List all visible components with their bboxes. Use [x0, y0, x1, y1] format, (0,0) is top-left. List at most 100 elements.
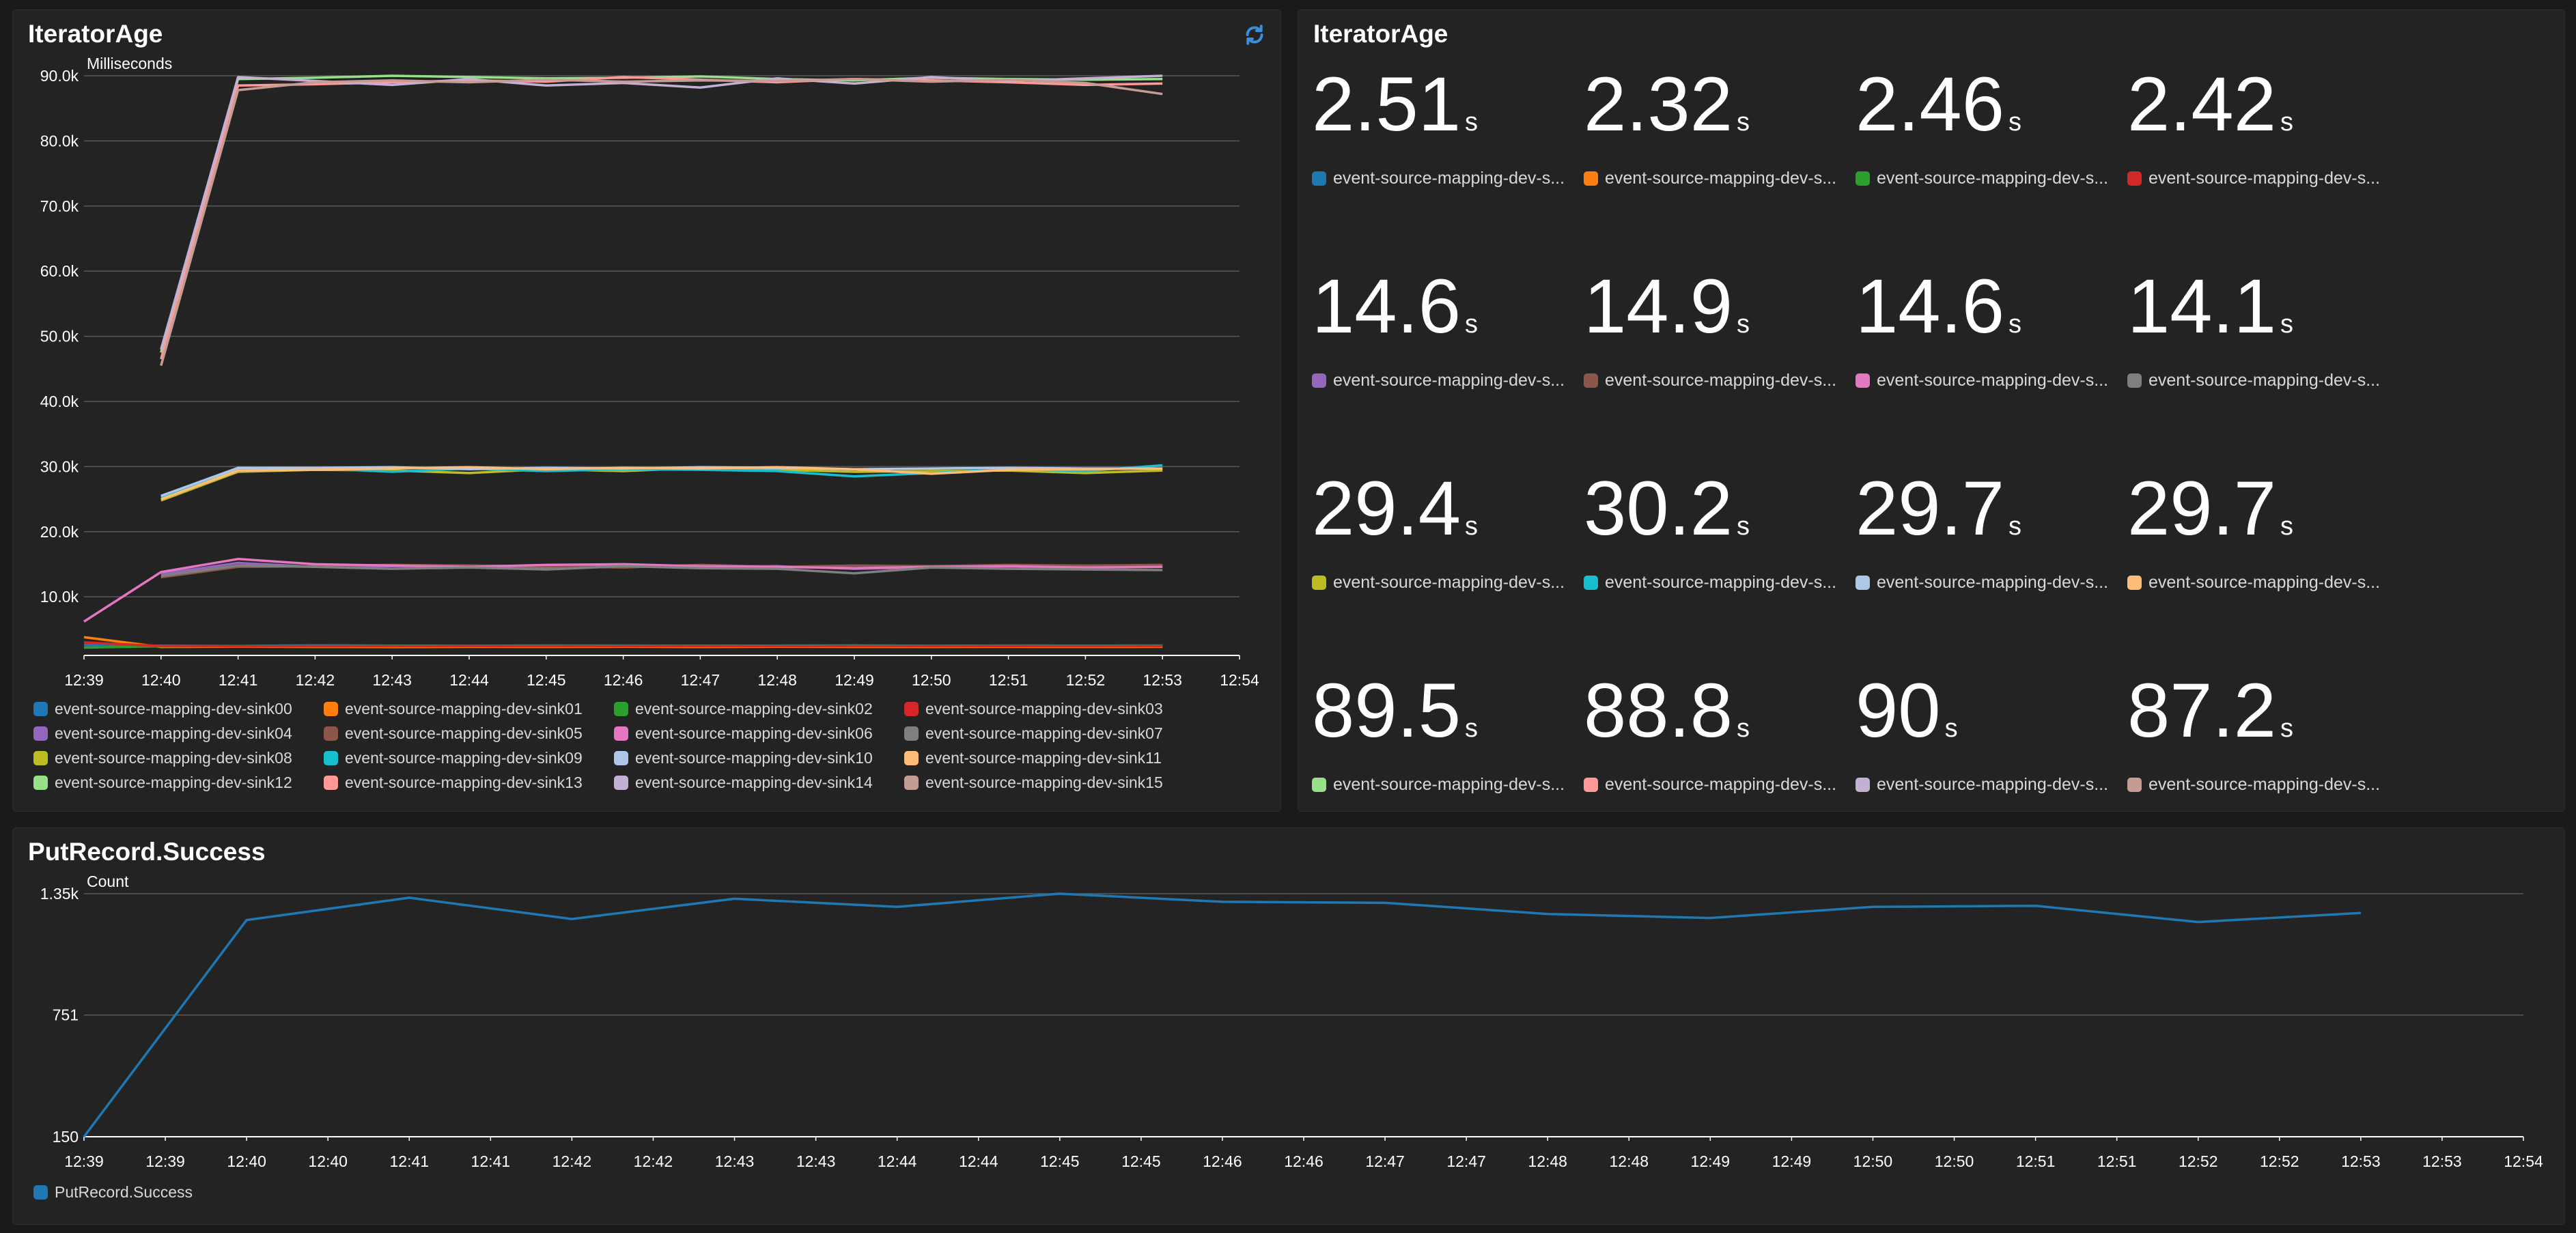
single-value-number: 2.42	[2127, 61, 2276, 147]
single-value-unit: s	[1736, 108, 1750, 137]
x-tick-label: 12:47	[1365, 1152, 1405, 1170]
legend-label: event-source-mapping-dev-sink03	[925, 700, 1163, 718]
single-value-label[interactable]: event-source-mapping-dev-s...	[1312, 775, 1565, 795]
legend-item[interactable]: event-source-mapping-dev-sink00	[33, 700, 292, 718]
x-tick-label: 12:53	[2341, 1152, 2381, 1170]
y-tick-label: 50.0k	[40, 328, 79, 345]
single-value-unit: s	[1464, 310, 1478, 339]
single-value: 2.42 s	[2127, 66, 2293, 143]
single-value-unit: s	[1464, 108, 1478, 137]
legend-item[interactable]: event-source-mapping-dev-sink05	[324, 724, 583, 743]
single-value-label[interactable]: event-source-mapping-dev-s...	[2127, 371, 2380, 391]
single-value-label[interactable]: event-source-mapping-dev-s...	[1584, 775, 1836, 795]
single-value-label[interactable]: event-source-mapping-dev-s...	[1312, 573, 1565, 593]
legend-label: event-source-mapping-dev-sink05	[345, 724, 583, 742]
single-value: 30.2 s	[1584, 470, 1750, 547]
single-value-number: 2.51	[1312, 61, 1461, 147]
legend-swatch	[1584, 778, 1598, 792]
single-value-label[interactable]: event-source-mapping-dev-s...	[2127, 169, 2380, 188]
single-value-label[interactable]: event-source-mapping-dev-s...	[1312, 169, 1565, 188]
single-value-number: 29.7	[2127, 466, 2276, 551]
legend-swatch	[33, 726, 48, 741]
single-value: 89.5 s	[1312, 672, 1478, 749]
legend-swatch	[2127, 576, 2142, 590]
y-axis-label: Milliseconds	[87, 55, 172, 72]
legend-swatch	[614, 702, 628, 716]
legend-item[interactable]: event-source-mapping-dev-sink09	[324, 749, 583, 767]
legend-item[interactable]: event-source-mapping-dev-sink14	[614, 774, 873, 792]
series-line-15[interactable]	[160, 78, 1163, 366]
legend-item[interactable]: event-source-mapping-dev-sink08	[33, 749, 292, 767]
single-value-label-text: event-source-mapping-dev-s...	[1605, 573, 1837, 592]
series-line-08[interactable]	[160, 466, 1163, 502]
legend-item[interactable]: event-source-mapping-dev-sink11	[904, 749, 1162, 767]
legend-label: event-source-mapping-dev-sink15	[925, 774, 1163, 791]
iterator-age-line-chart: 10.0k 20.0k 30.0k 40.0k 50.0k 60.0k 70.0k 80.0k…	[40, 55, 1259, 689]
x-tick-label: 12:40	[308, 1152, 348, 1170]
single-value-number: 90	[1856, 668, 1941, 753]
single-value-cell: 29.7 s event-source-mapping-dev-s...	[2127, 470, 2387, 655]
legend-swatch	[2127, 778, 2142, 792]
legend-swatch	[33, 702, 48, 716]
single-value-label-text: event-source-mapping-dev-s...	[2148, 573, 2381, 592]
legend-item[interactable]: event-source-mapping-dev-sink13	[324, 774, 583, 792]
legend-item[interactable]: event-source-mapping-dev-sink02	[614, 700, 873, 718]
single-value-label[interactable]: event-source-mapping-dev-s...	[1584, 371, 1836, 391]
legend-item[interactable]: event-source-mapping-dev-sink04	[33, 724, 292, 743]
legend-label: event-source-mapping-dev-sink04	[55, 724, 292, 742]
single-value-cell: 14.6 s event-source-mapping-dev-s...	[1856, 268, 2115, 453]
legend-item[interactable]: event-source-mapping-dev-sink03	[904, 700, 1163, 718]
series-line-12[interactable]	[160, 74, 1163, 353]
x-tick-label: 12:47	[681, 671, 720, 689]
series-line-03[interactable]	[83, 641, 1163, 648]
single-value-label[interactable]: event-source-mapping-dev-s...	[1584, 169, 1836, 188]
x-tick-label: 12:51	[989, 671, 1028, 689]
single-value-number: 2.32	[1584, 61, 1733, 147]
single-value-label[interactable]: event-source-mapping-dev-s...	[1856, 573, 2108, 593]
x-tick-label: 12:44	[878, 1152, 917, 1170]
single-value-label[interactable]: event-source-mapping-dev-s...	[1584, 573, 1836, 593]
single-value-label[interactable]: event-source-mapping-dev-s...	[2127, 775, 2380, 795]
legend-item[interactable]: PutRecord.Success	[33, 1183, 193, 1202]
single-value-label[interactable]: event-source-mapping-dev-s...	[1856, 371, 2108, 391]
y-tick-label: 30.0k	[40, 457, 79, 475]
legend-item[interactable]: event-source-mapping-dev-sink15	[904, 774, 1163, 792]
single-value-cell: 14.1 s event-source-mapping-dev-s...	[2127, 268, 2387, 453]
x-tick-label: 12:40	[141, 671, 181, 689]
single-value-label[interactable]: event-source-mapping-dev-s...	[1856, 169, 2108, 188]
single-value-unit: s	[2280, 108, 2293, 137]
single-value-label[interactable]: event-source-mapping-dev-s...	[1856, 775, 2108, 795]
x-tick-label: 12:52	[1066, 671, 1106, 689]
legend-item[interactable]: event-source-mapping-dev-sink10	[614, 749, 873, 767]
single-value-unit: s	[1736, 714, 1750, 743]
x-tick-label: 12:39	[145, 1152, 185, 1170]
legend-item[interactable]: event-source-mapping-dev-sink06	[614, 724, 873, 743]
single-value: 29.7 s	[1856, 470, 2021, 547]
legend-label: event-source-mapping-dev-sink00	[55, 700, 292, 718]
series-line-11[interactable]	[160, 466, 1163, 500]
legend-item[interactable]: event-source-mapping-dev-sink07	[904, 724, 1163, 743]
legend-swatch	[324, 751, 338, 765]
legend-swatch	[904, 751, 919, 765]
legend-item[interactable]: event-source-mapping-dev-sink01	[324, 700, 583, 718]
x-tick-label: 12:46	[1203, 1152, 1242, 1170]
legend-swatch	[1312, 171, 1326, 186]
series-line-13[interactable]	[160, 76, 1163, 360]
single-value: 2.46 s	[1856, 66, 2021, 143]
series-line-14[interactable]	[160, 74, 1163, 350]
single-value-label-text: event-source-mapping-dev-s...	[1877, 775, 2109, 794]
single-value: 90 s	[1856, 672, 1958, 749]
x-tick-label: 12:42	[296, 671, 335, 689]
putrecord-success-legend: PutRecord.Success	[33, 1183, 580, 1217]
x-tick-label: 12:41	[389, 1152, 429, 1170]
legend-item[interactable]: event-source-mapping-dev-sink12	[33, 774, 292, 792]
y-tick-label: 1.35k	[40, 885, 79, 903]
legend-swatch	[1584, 171, 1598, 186]
legend-swatch	[1856, 171, 1870, 186]
single-value-label[interactable]: event-source-mapping-dev-s...	[1312, 371, 1565, 391]
x-tick-label: 12:45	[527, 671, 566, 689]
single-value-number: 14.1	[2127, 264, 2276, 349]
single-value-label[interactable]: event-source-mapping-dev-s...	[2127, 573, 2380, 593]
y-tick-label: 751	[53, 1006, 79, 1024]
single-value-label-text: event-source-mapping-dev-s...	[1605, 371, 1837, 390]
